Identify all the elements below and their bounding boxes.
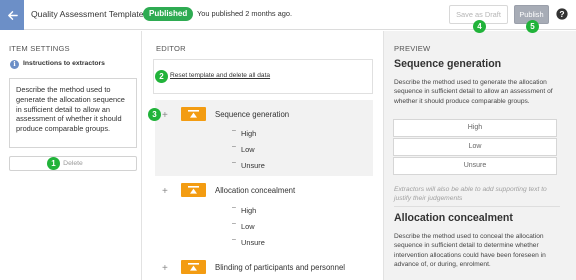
panel-divider <box>141 31 142 280</box>
preview-divider <box>394 206 560 207</box>
item-settings-heading: ITEM SETTINGS <box>9 44 70 53</box>
instructions-textarea[interactable]: Describe the method used to generate the… <box>9 78 137 148</box>
preview-question-description: Describe the method used to generate the… <box>394 79 553 105</box>
plus-icon[interactable]: + <box>162 187 168 197</box>
question-label[interactable]: Allocation concealment <box>215 186 295 195</box>
option-dash: – <box>232 204 236 211</box>
preview-option[interactable]: Unsure <box>393 157 557 175</box>
option-dash: – <box>232 127 236 134</box>
option-label[interactable]: High <box>241 129 256 138</box>
multiple-choice-icon <box>188 263 199 271</box>
question-type-badge <box>181 107 206 121</box>
question-label[interactable]: Sequence generation <box>215 110 289 119</box>
option-dash: – <box>232 159 236 166</box>
multiple-choice-icon <box>188 110 199 118</box>
plus-icon[interactable]: + <box>162 111 168 121</box>
step-marker: 5 <box>526 20 539 33</box>
option-dash: – <box>232 236 236 243</box>
svg-text:?: ? <box>559 9 564 19</box>
option-dash: – <box>232 143 236 150</box>
preview-question-description: Describe the method used to conceal the … <box>394 233 546 269</box>
reset-template-link[interactable]: Reset template and delete all data <box>170 72 270 79</box>
help-icon[interactable]: ? <box>556 8 568 20</box>
step-marker: 2 <box>155 70 168 83</box>
status-badge: Published <box>143 7 194 21</box>
preview-heading: PREVIEW <box>394 44 431 53</box>
instructions-label: Instructions to extractors <box>23 60 105 67</box>
question-type-badge <box>181 260 206 274</box>
option-label[interactable]: Low <box>241 222 255 231</box>
step-marker: 1 <box>47 157 60 170</box>
preview-option[interactable]: High <box>393 119 557 137</box>
option-label[interactable]: Unsure <box>241 238 265 247</box>
editor-heading: EDITOR <box>156 44 186 53</box>
question-type-badge <box>181 183 206 197</box>
option-label[interactable]: Unsure <box>241 161 265 170</box>
template-title: Quality Assessment Template <box>31 9 144 19</box>
plus-icon[interactable]: + <box>162 264 168 274</box>
question-label[interactable]: Blinding of participants and personnel <box>215 263 345 272</box>
step-marker: 3 <box>148 108 161 121</box>
preview-question-title: Allocation concealment <box>394 212 513 224</box>
preview-question-title: Sequence generation <box>394 58 502 70</box>
option-label[interactable]: High <box>241 206 256 215</box>
top-bar: Quality Assessment Template Published Yo… <box>0 0 576 30</box>
status-text: You published 2 months ago. <box>197 9 293 18</box>
preview-hint: Extractors will also be able to add supp… <box>394 186 547 203</box>
arrow-left-icon <box>7 10 18 20</box>
back-button[interactable] <box>0 0 24 30</box>
preview-option[interactable]: Low <box>393 138 557 156</box>
delete-button[interactable]: Delete <box>9 156 137 171</box>
option-dash: – <box>232 220 236 227</box>
multiple-choice-icon <box>188 186 199 194</box>
option-label[interactable]: Low <box>241 145 255 154</box>
step-marker: 4 <box>473 20 486 33</box>
info-icon: i <box>10 60 19 69</box>
